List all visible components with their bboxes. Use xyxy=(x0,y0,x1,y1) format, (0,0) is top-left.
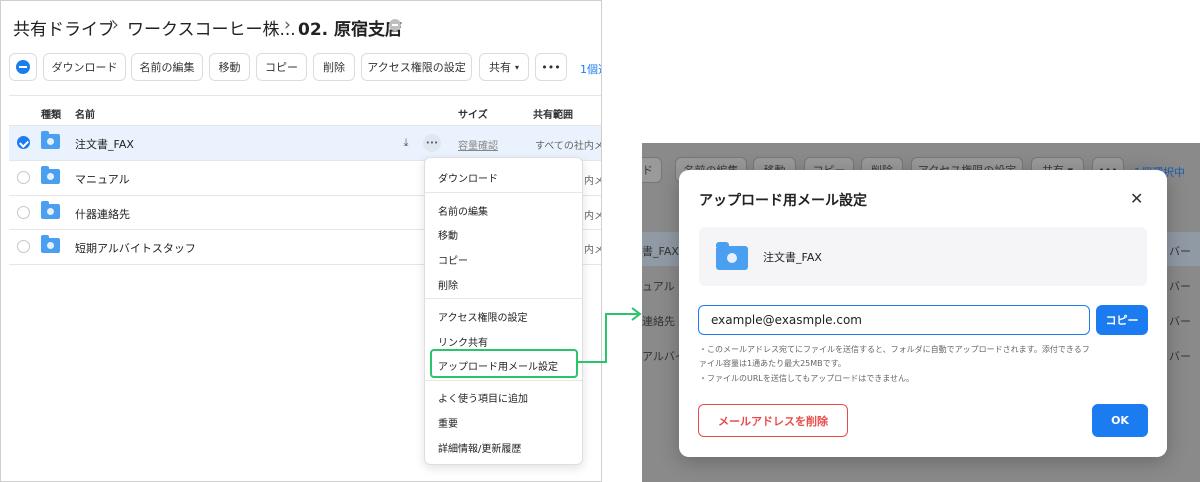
row-checkbox[interactable] xyxy=(17,206,30,219)
shared-folder-icon xyxy=(41,201,60,219)
ok-button[interactable]: OK xyxy=(1092,404,1148,437)
menu-item-move[interactable]: 移動 xyxy=(438,227,458,242)
divider xyxy=(9,95,601,96)
file-scope: 内メン xyxy=(584,245,601,256)
page-title: 02. 原宿支店 xyxy=(298,20,403,40)
breadcrumb-separator: › xyxy=(284,15,291,35)
dialog-note: ァイル容量は1通あたり最大25MBです。 xyxy=(699,359,846,368)
file-scope: すべての社内メン xyxy=(535,141,601,152)
file-name[interactable]: 短期アルバイトスタッフ xyxy=(75,240,196,256)
dialog-view: ード 名前の編集 移動 コピー 削除 アクセス権限の設定 共有 ▾ ••• 1個… xyxy=(642,143,1200,482)
table-row[interactable]: 注文書_FAX ⤓ ••• 容量確認 すべての社内メン xyxy=(9,126,601,160)
context-menu: ダウンロード 名前の編集 移動 コピー 削除 アクセス権限の設定 リンク共有 ア… xyxy=(424,157,583,465)
move-button[interactable]: 移動 xyxy=(209,53,250,81)
background-row-scope: バー xyxy=(1169,350,1191,363)
background-row-scope: バー xyxy=(1169,245,1191,258)
menu-item-rename[interactable]: 名前の編集 xyxy=(438,203,488,218)
chevron-down-icon: ▾ xyxy=(514,62,519,72)
file-size-link[interactable]: 容量確認 xyxy=(458,137,498,152)
column-header-type: 種類 xyxy=(41,110,61,121)
download-icon[interactable]: ⤓ xyxy=(397,134,415,152)
background-row-name: 連絡先 xyxy=(642,315,675,328)
selected-count: 1個選択中 xyxy=(580,63,601,76)
menu-item-download[interactable]: ダウンロード xyxy=(438,170,498,185)
connector-arrow-icon xyxy=(578,307,642,363)
access-settings-button[interactable]: アクセス権限の設定 xyxy=(361,53,472,81)
menu-divider xyxy=(425,298,582,299)
highlight-box xyxy=(430,349,578,378)
delete-button[interactable]: 削除 xyxy=(313,53,355,81)
column-header-name[interactable]: 名前 xyxy=(75,106,95,121)
target-folder-name: 注文書_FAX xyxy=(763,251,822,264)
background-download-button: ード xyxy=(642,157,662,183)
copy-email-button[interactable]: コピー xyxy=(1096,305,1148,335)
rename-button[interactable]: 名前の編集 xyxy=(131,53,203,81)
menu-item-copy[interactable]: コピー xyxy=(438,252,468,267)
breadcrumb-parent[interactable]: ワークスコーヒー株... xyxy=(127,15,296,40)
menu-divider xyxy=(425,380,582,381)
deselect-all-button[interactable] xyxy=(9,53,37,81)
file-name[interactable]: 注文書_FAX xyxy=(75,136,134,152)
upload-email-field[interactable] xyxy=(698,305,1090,335)
dialog-title: アップロード用メール設定 xyxy=(699,193,867,209)
row-checkbox[interactable] xyxy=(17,136,30,149)
more-options-button[interactable]: ••• xyxy=(535,53,567,81)
shared-folder-icon xyxy=(41,131,60,149)
share-button[interactable]: 共有 ▾ xyxy=(479,53,529,81)
file-scope: 内メン xyxy=(584,176,601,187)
shared-folder-icon xyxy=(716,242,748,270)
upload-mail-dialog: アップロード用メール設定 ✕ 注文書_FAX コピー ・このメールアドレス宛てに… xyxy=(679,170,1167,457)
file-name[interactable]: マニュアル xyxy=(75,171,130,187)
file-scope: 内メン xyxy=(584,211,601,222)
menu-divider xyxy=(425,192,582,193)
minus-circle-icon xyxy=(16,60,30,74)
download-button[interactable]: ダウンロード xyxy=(43,53,126,81)
background-row-name: 書_FAX xyxy=(642,245,679,258)
shared-folder-icon xyxy=(41,166,60,184)
column-header-scope: 共有範囲 xyxy=(533,110,573,121)
menu-item-details[interactable]: 詳細情報/更新履歴 xyxy=(438,440,521,455)
menu-item-important[interactable]: 重要 xyxy=(438,415,458,430)
row-more-icon[interactable]: ••• xyxy=(423,134,441,152)
delete-email-button[interactable]: メールアドレスを削除 xyxy=(698,404,848,437)
menu-item-favorite[interactable]: よく使う項目に追加 xyxy=(438,390,528,405)
breadcrumb-separator: › xyxy=(112,15,119,35)
background-row-name: ュアル xyxy=(642,280,675,293)
menu-item-link-share[interactable]: リンク共有 xyxy=(438,334,488,349)
drive-window: 共有ドライブ › ワークスコーヒー株... › 02. 原宿支店 ダウンロード … xyxy=(0,0,602,482)
share-button-label: 共有 xyxy=(488,61,511,74)
dialog-note: ・このメールアドレス宛てにファイルを送信すると、フォルダに自動でアップロードされ… xyxy=(699,345,1090,354)
shared-folder-icon xyxy=(41,235,60,253)
row-checkbox[interactable] xyxy=(17,240,30,253)
background-row-scope: バー xyxy=(1169,315,1191,328)
file-name[interactable]: 什器連絡先 xyxy=(75,206,130,222)
dialog-note: ・ファイルのURLを送信してもアップロードはできません。 xyxy=(699,374,914,383)
copy-button[interactable]: コピー xyxy=(256,53,307,81)
menu-item-access[interactable]: アクセス権限の設定 xyxy=(438,309,528,324)
menu-item-delete[interactable]: 削除 xyxy=(438,277,458,292)
more-icon: ••• xyxy=(541,60,561,74)
close-icon[interactable]: ✕ xyxy=(1130,189,1143,208)
column-header-size[interactable]: サイズ xyxy=(458,106,488,121)
background-row-scope: バー xyxy=(1169,280,1191,293)
shared-status-icon xyxy=(389,19,401,31)
breadcrumb-root[interactable]: 共有ドライブ xyxy=(13,15,115,40)
target-folder-card: 注文書_FAX xyxy=(699,227,1147,286)
row-checkbox[interactable] xyxy=(17,171,30,184)
